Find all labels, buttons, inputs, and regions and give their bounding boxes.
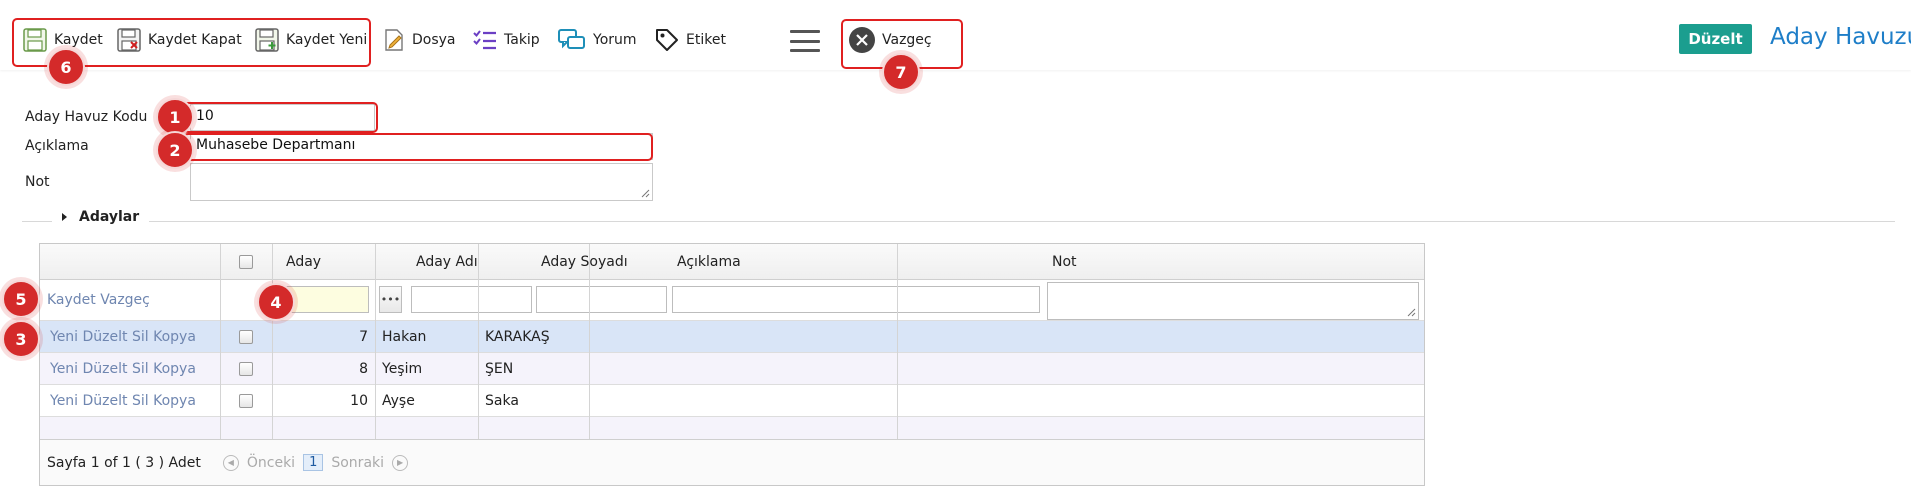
cell-aday: 7: [359, 328, 368, 345]
row-delete-link[interactable]: Sil: [132, 393, 149, 409]
follow-label: Takip: [504, 32, 540, 48]
file-label: Dosya: [412, 32, 456, 48]
cell-aday-adi: Yeşim: [382, 360, 423, 377]
annotation-badge-4: 4: [257, 283, 295, 321]
select-all-checkbox[interactable]: [239, 255, 253, 269]
cell-aday: 8: [359, 360, 368, 377]
header-aday[interactable]: Aday: [279, 244, 321, 280]
annotation-badge-6: 6: [47, 48, 85, 86]
row-edit-link[interactable]: Düzelt: [83, 361, 128, 377]
note-field[interactable]: [190, 163, 653, 201]
row-cancel-link[interactable]: Vazgeç: [100, 292, 150, 308]
page-title: Aday Havuzu: [1770, 24, 1911, 50]
resize-grip-icon[interactable]: [641, 189, 650, 198]
row-copy-link[interactable]: Kopya: [153, 329, 196, 345]
cell-aday-adi: Hakan: [382, 328, 427, 345]
cell-aday-soyadi: Saka: [485, 392, 519, 409]
highlight-code: [183, 102, 378, 133]
annotation-badge-5: 5: [2, 280, 40, 318]
row-save-link[interactable]: Kaydet: [47, 292, 96, 308]
follow-button[interactable]: Takip: [472, 24, 540, 56]
row-edit-link[interactable]: Düzelt: [83, 329, 128, 345]
file-icon: [385, 29, 403, 51]
row-edit-link[interactable]: Düzelt: [83, 393, 128, 409]
tag-button[interactable]: Etiket: [654, 24, 726, 56]
header-select-all[interactable]: [220, 244, 272, 280]
row-copy-link[interactable]: Kopya: [153, 361, 196, 377]
checklist-icon: [473, 30, 496, 50]
header-not[interactable]: Not: [1045, 244, 1077, 280]
empty-row: [40, 417, 1424, 440]
row-checkbox[interactable]: [239, 329, 253, 344]
grid-header: Aday Aday Adı Aday Soyadı Açıklama Not: [40, 244, 1424, 280]
header-aday-adi[interactable]: Aday Adı: [409, 244, 478, 280]
code-label: Aday Havuz Kodu: [25, 109, 148, 125]
tag-label: Etiket: [686, 32, 726, 48]
row-checkbox[interactable]: [239, 361, 253, 376]
next-page-icon[interactable]: ▶: [392, 454, 409, 471]
candidates-grid: Aday Aday Adı Aday Soyadı Açıklama Not K…: [39, 243, 1425, 486]
aday-soyadi-input[interactable]: [536, 286, 667, 313]
edit-button[interactable]: Düzelt: [1679, 24, 1752, 54]
aday-adi-input[interactable]: [411, 286, 532, 313]
comment-label: Yorum: [593, 32, 637, 48]
row-copy-link[interactable]: Kopya: [153, 393, 196, 409]
cell-aday: 10: [350, 392, 368, 409]
pager: Sayfa 1 of 1 ( 3 ) Adet ◀ Önceki 1 Sonra…: [40, 439, 1424, 485]
table-row[interactable]: Yeni Düzelt Sil Kopya 7 Hakan KARAKAŞ: [40, 321, 1424, 353]
annotation-badge-3: 3: [2, 320, 40, 358]
aciklama-input[interactable]: [672, 286, 1040, 313]
row-checkbox[interactable]: [239, 393, 253, 408]
lookup-ellipsis-icon[interactable]: •••: [379, 286, 402, 313]
row-delete-link[interactable]: Sil: [132, 329, 149, 345]
section-toggle[interactable]: Adaylar: [52, 209, 150, 225]
row-new-link[interactable]: Yeni: [50, 393, 78, 409]
cell-aday-adi: Ayşe: [382, 392, 415, 409]
caret-right-icon: [62, 213, 67, 221]
page-number[interactable]: 1: [303, 454, 324, 471]
cell-aday-soyadi: ŞEN: [485, 360, 514, 377]
pager-summary: Sayfa 1 of 1 ( 3 ) Adet: [47, 454, 201, 471]
annotation-badge-7: 7: [882, 53, 920, 91]
note-label: Not: [25, 174, 50, 190]
section-divider: [22, 221, 1895, 222]
cell-aday-soyadi: KARAKAŞ: [485, 328, 550, 345]
file-button[interactable]: Dosya: [382, 24, 456, 56]
tag-icon: [656, 29, 678, 51]
row-delete-link[interactable]: Sil: [132, 361, 149, 377]
menu-icon[interactable]: [790, 30, 820, 52]
table-row[interactable]: Yeni Düzelt Sil Kopya 8 Yeşim ŞEN: [40, 353, 1424, 385]
next-page-link[interactable]: Sonraki: [331, 455, 384, 471]
row-new-link[interactable]: Yeni: [50, 329, 78, 345]
row-new-link[interactable]: Yeni: [50, 361, 78, 377]
table-row[interactable]: Yeni Düzelt Sil Kopya 10 Ayşe Saka: [40, 385, 1424, 417]
resize-grip-icon[interactable]: [1407, 308, 1416, 317]
annotation-badge-2: 2: [156, 131, 194, 169]
edit-row: Kaydet Vazgeç •••: [40, 280, 1424, 321]
header-aday-soyadi[interactable]: Aday Soyadı: [534, 244, 628, 280]
not-input[interactable]: [1047, 282, 1419, 320]
description-label: Açıklama: [25, 138, 89, 154]
header-aciklama[interactable]: Açıklama: [670, 244, 741, 280]
comment-button[interactable]: Yorum: [557, 24, 637, 56]
prev-page-link[interactable]: Önceki: [247, 455, 295, 471]
comment-icon: [558, 29, 585, 49]
section-title: Adaylar: [79, 209, 140, 225]
prev-page-icon[interactable]: ◀: [222, 454, 239, 471]
highlight-description: [183, 133, 653, 161]
